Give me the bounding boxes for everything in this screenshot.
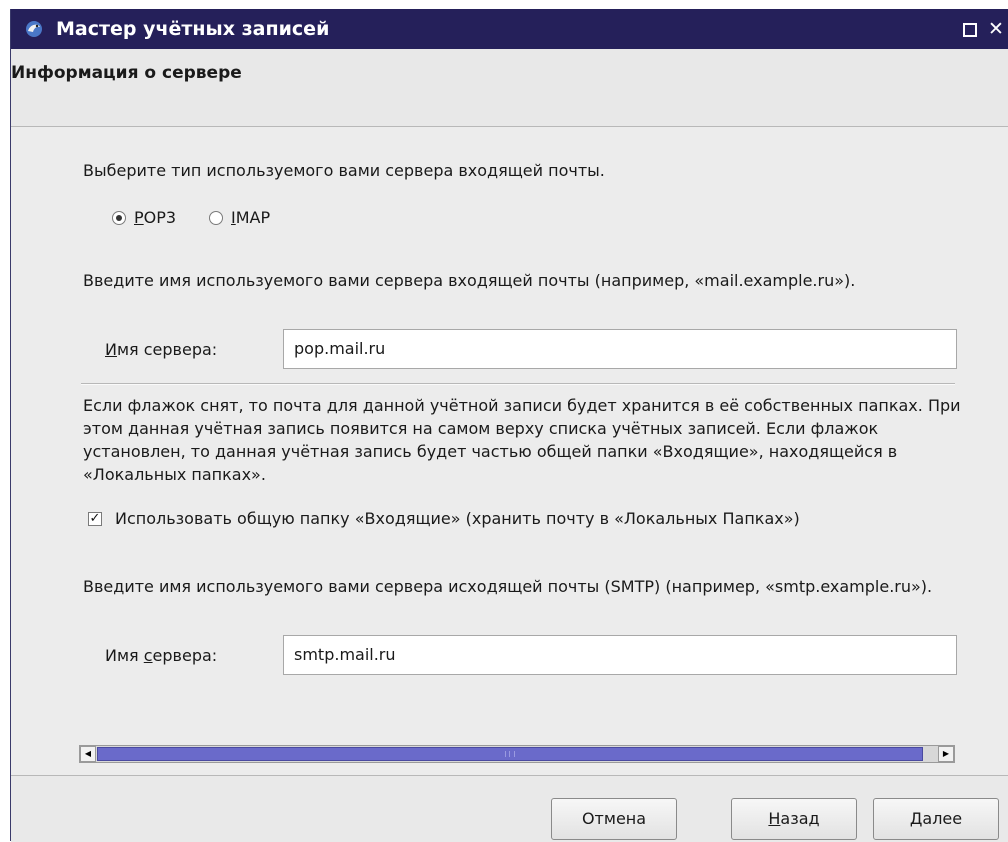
- global-inbox-checkbox[interactable]: ✓: [88, 512, 102, 526]
- next-button[interactable]: Далее: [873, 798, 999, 840]
- horizontal-scrollbar[interactable]: ◀ ▶: [79, 745, 955, 763]
- wizard-content: Выберите тип используемого вами сервера …: [11, 127, 1008, 783]
- scrollbar-thumb[interactable]: [97, 747, 923, 761]
- back-button[interactable]: Назад: [731, 798, 857, 840]
- incoming-server-input[interactable]: pop.mail.ru: [283, 329, 957, 369]
- incoming-type-prompt: Выберите тип используемого вами сервера …: [83, 161, 605, 180]
- section-separator: [81, 383, 955, 385]
- maximize-icon[interactable]: [959, 18, 981, 40]
- outgoing-server-input[interactable]: smtp.mail.ru: [283, 635, 957, 675]
- global-inbox-checkbox-label[interactable]: Использовать общую папку «Входящие» (хра…: [115, 507, 800, 530]
- title-bar[interactable]: Мастер учётных записей ✕: [11, 9, 1008, 49]
- wizard-page-header: Информация о сервере: [11, 49, 1008, 127]
- window-title: Мастер учётных записей: [56, 18, 330, 40]
- wizard-button-bar: Отмена Назад Далее: [11, 775, 1008, 842]
- imap-radio-label[interactable]: IMAP: [231, 206, 270, 229]
- pop3-radio[interactable]: [112, 211, 126, 225]
- close-icon[interactable]: ✕: [985, 18, 1007, 40]
- imap-radio[interactable]: [209, 211, 223, 225]
- scrollbar-grip-icon: [505, 751, 515, 757]
- scroll-right-icon[interactable]: ▶: [938, 746, 954, 762]
- cancel-button[interactable]: Отмена: [551, 798, 677, 840]
- scroll-left-icon[interactable]: ◀: [80, 746, 96, 762]
- incoming-server-label: Имя сервера:: [105, 340, 218, 359]
- inbox-description: Если флажок снят, то почта для данной уч…: [83, 396, 961, 484]
- incoming-server-prompt: Введите имя используемого вами сервера в…: [83, 271, 856, 290]
- account-wizard-window: Мастер учётных записей ✕ Информация о се…: [10, 9, 1008, 842]
- pop3-radio-label[interactable]: POP3: [134, 206, 176, 229]
- page-title: Информация о сервере: [11, 63, 242, 83]
- outgoing-server-label: Имя сервера:: [105, 646, 218, 665]
- outgoing-server-prompt: Введите имя используемого вами сервера и…: [83, 577, 933, 596]
- thunderbird-app-icon: [26, 21, 42, 37]
